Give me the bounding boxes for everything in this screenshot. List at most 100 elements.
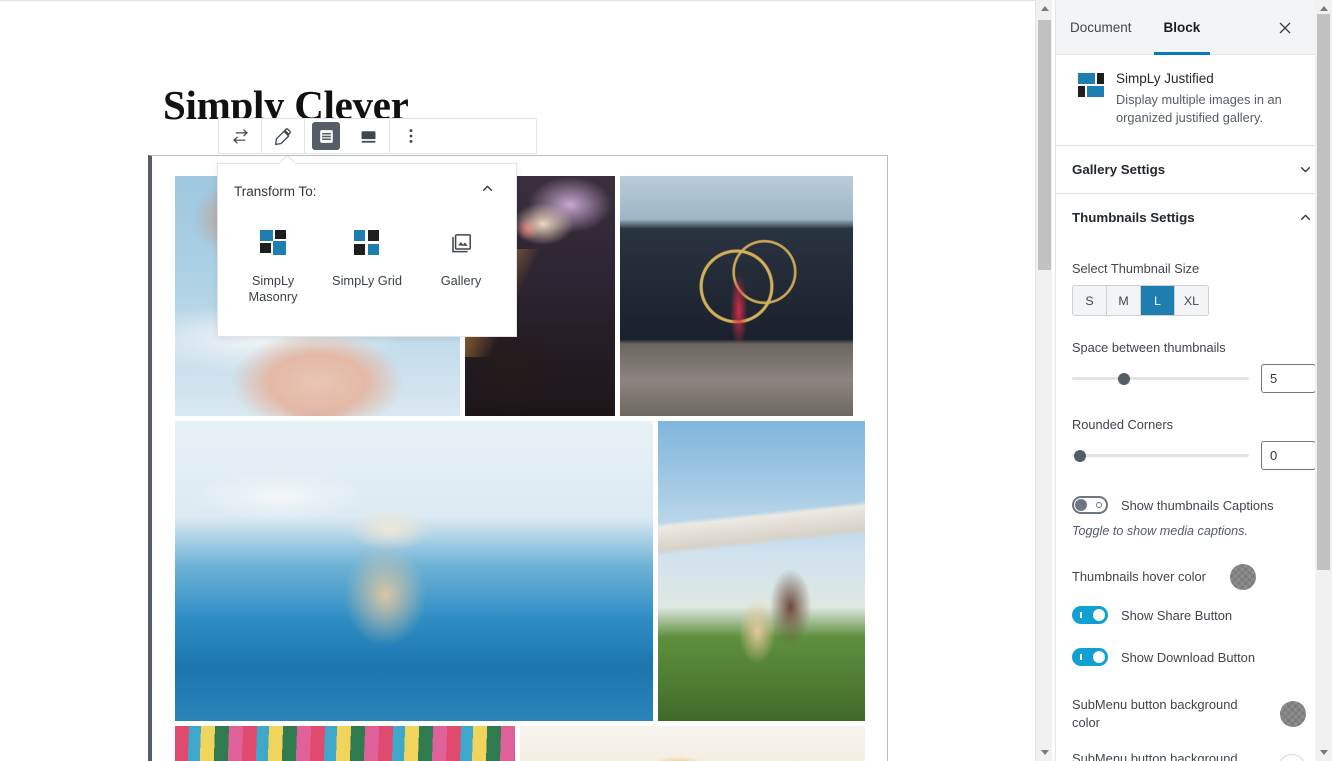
submenu-bg-swatch[interactable] — [1280, 701, 1306, 727]
slider-track — [1072, 376, 1249, 380]
simply-justified-icon — [1078, 71, 1104, 127]
align-wide-button[interactable] — [347, 119, 389, 153]
rounded-corners-label: Rounded Corners — [1072, 417, 1174, 432]
gallery-row-2 — [175, 421, 865, 721]
show-download-toggle[interactable] — [1072, 648, 1108, 666]
align-full-button[interactable] — [305, 119, 347, 153]
sidebar-tab-bar: Document Block — [1056, 0, 1332, 55]
close-sidebar-button[interactable] — [1274, 17, 1296, 39]
transform-option-gallery[interactable]: Gallery — [414, 226, 508, 305]
thumbnail-size-label: Select Thumbnail Size — [1072, 261, 1200, 276]
triangle-up-icon — [1040, 6, 1049, 11]
transform-option-simply-masonry[interactable]: SimpLy Masonry — [226, 226, 320, 305]
panel-thumbnails-settings-title: Thumbnails Settigs — [1072, 210, 1195, 225]
space-between-row: 5 — [1072, 364, 1316, 393]
thumbnails-settings-body: Select Thumbnail Size S M L XL Space bet… — [1056, 241, 1332, 761]
rounded-corners-row: 0 — [1072, 441, 1316, 470]
triangle-down-icon — [1040, 750, 1049, 755]
toggle-knob — [1093, 651, 1105, 663]
gallery-image[interactable] — [175, 421, 653, 721]
panel-thumbnails-settings[interactable]: Thumbnails Settigs — [1056, 194, 1332, 241]
toggle-on-bar-icon — [1080, 612, 1082, 618]
align-full-active-bg — [312, 122, 340, 150]
space-between-label: Space between thumbnails — [1072, 340, 1226, 355]
tab-document[interactable]: Document — [1070, 0, 1132, 54]
slider-knob[interactable] — [1073, 449, 1086, 462]
simply-grid-icon — [354, 226, 380, 260]
panel-gallery-settings[interactable]: Gallery Settigs — [1056, 146, 1332, 194]
panel-gallery-settings-title: Gallery Settigs — [1072, 162, 1166, 177]
editor-canvas: Simply Clever — [0, 0, 1035, 761]
transform-option-simply-grid[interactable]: SimpLy Grid — [320, 226, 414, 305]
show-share-row: Show Share Button — [1072, 606, 1316, 624]
submenu-bg-label: SubMenu button background color — [1072, 697, 1238, 730]
toggle-on-bar-icon — [1080, 654, 1082, 660]
align-full-icon — [319, 129, 333, 143]
settings-sidebar: Document Block SimpLy Justified Display … — [1055, 0, 1332, 761]
scrollbar-up-button[interactable] — [1036, 0, 1053, 17]
thumbnail-size-group: S M L XL — [1072, 285, 1209, 316]
block-description: Display multiple images in an organized … — [1116, 92, 1282, 125]
slider-track — [1072, 453, 1249, 457]
align-wide-icon — [361, 130, 375, 143]
thumbnail-size-xl[interactable]: XL — [1175, 286, 1208, 315]
scrollbar-down-button[interactable] — [1036, 744, 1053, 761]
space-between-input[interactable]: 5 — [1261, 364, 1316, 393]
block-toolbar — [218, 118, 537, 154]
gallery-icon — [448, 226, 474, 260]
gallery-row-3 — [175, 726, 865, 761]
ellipsis-vertical-icon — [409, 129, 413, 143]
thumbnail-size-l[interactable]: L — [1141, 286, 1175, 315]
simply-masonry-glyph — [260, 230, 286, 256]
simply-justified-glyph — [1078, 73, 1104, 99]
sidebar-scrollbar-thumb[interactable] — [1317, 14, 1330, 570]
thumbnail-size-s[interactable]: S — [1073, 286, 1107, 315]
submenu-bg-hover-label: SubMenu button background color - Hover — [1072, 751, 1238, 761]
chevron-up-icon — [1300, 214, 1311, 220]
thumbnail-size-m[interactable]: M — [1107, 286, 1141, 315]
block-title: SimpLy Justified — [1116, 71, 1214, 86]
rounded-corners-slider[interactable] — [1072, 447, 1249, 465]
pencil-icon — [274, 127, 291, 145]
edit-gallery-button[interactable] — [262, 119, 304, 153]
show-captions-toggle[interactable] — [1072, 496, 1108, 514]
gallery-image[interactable] — [658, 421, 865, 721]
sidebar-scrollbar[interactable] — [1315, 0, 1332, 761]
gallery-image[interactable] — [175, 726, 515, 761]
block-info-text: SimpLy Justified Display multiple images… — [1116, 71, 1310, 127]
popover-collapse-button[interactable] — [475, 178, 500, 204]
transform-to-popover: Transform To: SimpLy Masonry SimpLy Grid… — [217, 163, 517, 337]
toggle-knob — [1075, 499, 1087, 511]
submenu-bg-row: SubMenu button background color — [1072, 696, 1316, 732]
scrollbar-thumb[interactable] — [1038, 20, 1051, 270]
hover-color-swatch[interactable] — [1230, 564, 1256, 590]
rounded-corners-input[interactable]: 0 — [1261, 441, 1316, 470]
toolbar-group-edit — [262, 119, 305, 153]
show-share-label: Show Share Button — [1121, 607, 1233, 623]
hover-color-label: Thumbnails hover color — [1072, 569, 1206, 584]
toolbar-group-more — [390, 119, 536, 153]
tab-block[interactable]: Block — [1153, 0, 1211, 55]
gallery-glyph — [452, 234, 471, 253]
gallery-image[interactable] — [620, 176, 853, 416]
popover-title: Transform To: — [234, 183, 317, 199]
editor-scrollbar[interactable] — [1035, 0, 1052, 761]
show-download-row: Show Download Button — [1072, 648, 1316, 666]
transform-block-button[interactable] — [219, 119, 261, 153]
submenu-bg-hover-swatch[interactable] — [1278, 754, 1306, 761]
simply-grid-glyph — [354, 230, 380, 256]
block-info-card: SimpLy Justified Display multiple images… — [1056, 55, 1332, 146]
more-options-button[interactable] — [390, 119, 432, 153]
popover-header: Transform To: — [218, 164, 516, 204]
simply-masonry-icon — [260, 226, 286, 260]
sidebar-scrollbar-down-button[interactable] — [1315, 744, 1332, 761]
transform-option-label: SimpLy Masonry — [248, 273, 298, 304]
chevron-up-icon — [482, 185, 493, 191]
space-between-slider[interactable] — [1072, 370, 1249, 388]
show-share-toggle[interactable] — [1072, 606, 1108, 624]
close-icon — [1279, 22, 1291, 34]
sidebar-body: SimpLy Justified Display multiple images… — [1056, 55, 1332, 761]
hover-color-row: Thumbnails hover color — [1072, 564, 1316, 590]
slider-knob[interactable] — [1118, 372, 1131, 385]
gallery-image[interactable] — [520, 726, 865, 761]
